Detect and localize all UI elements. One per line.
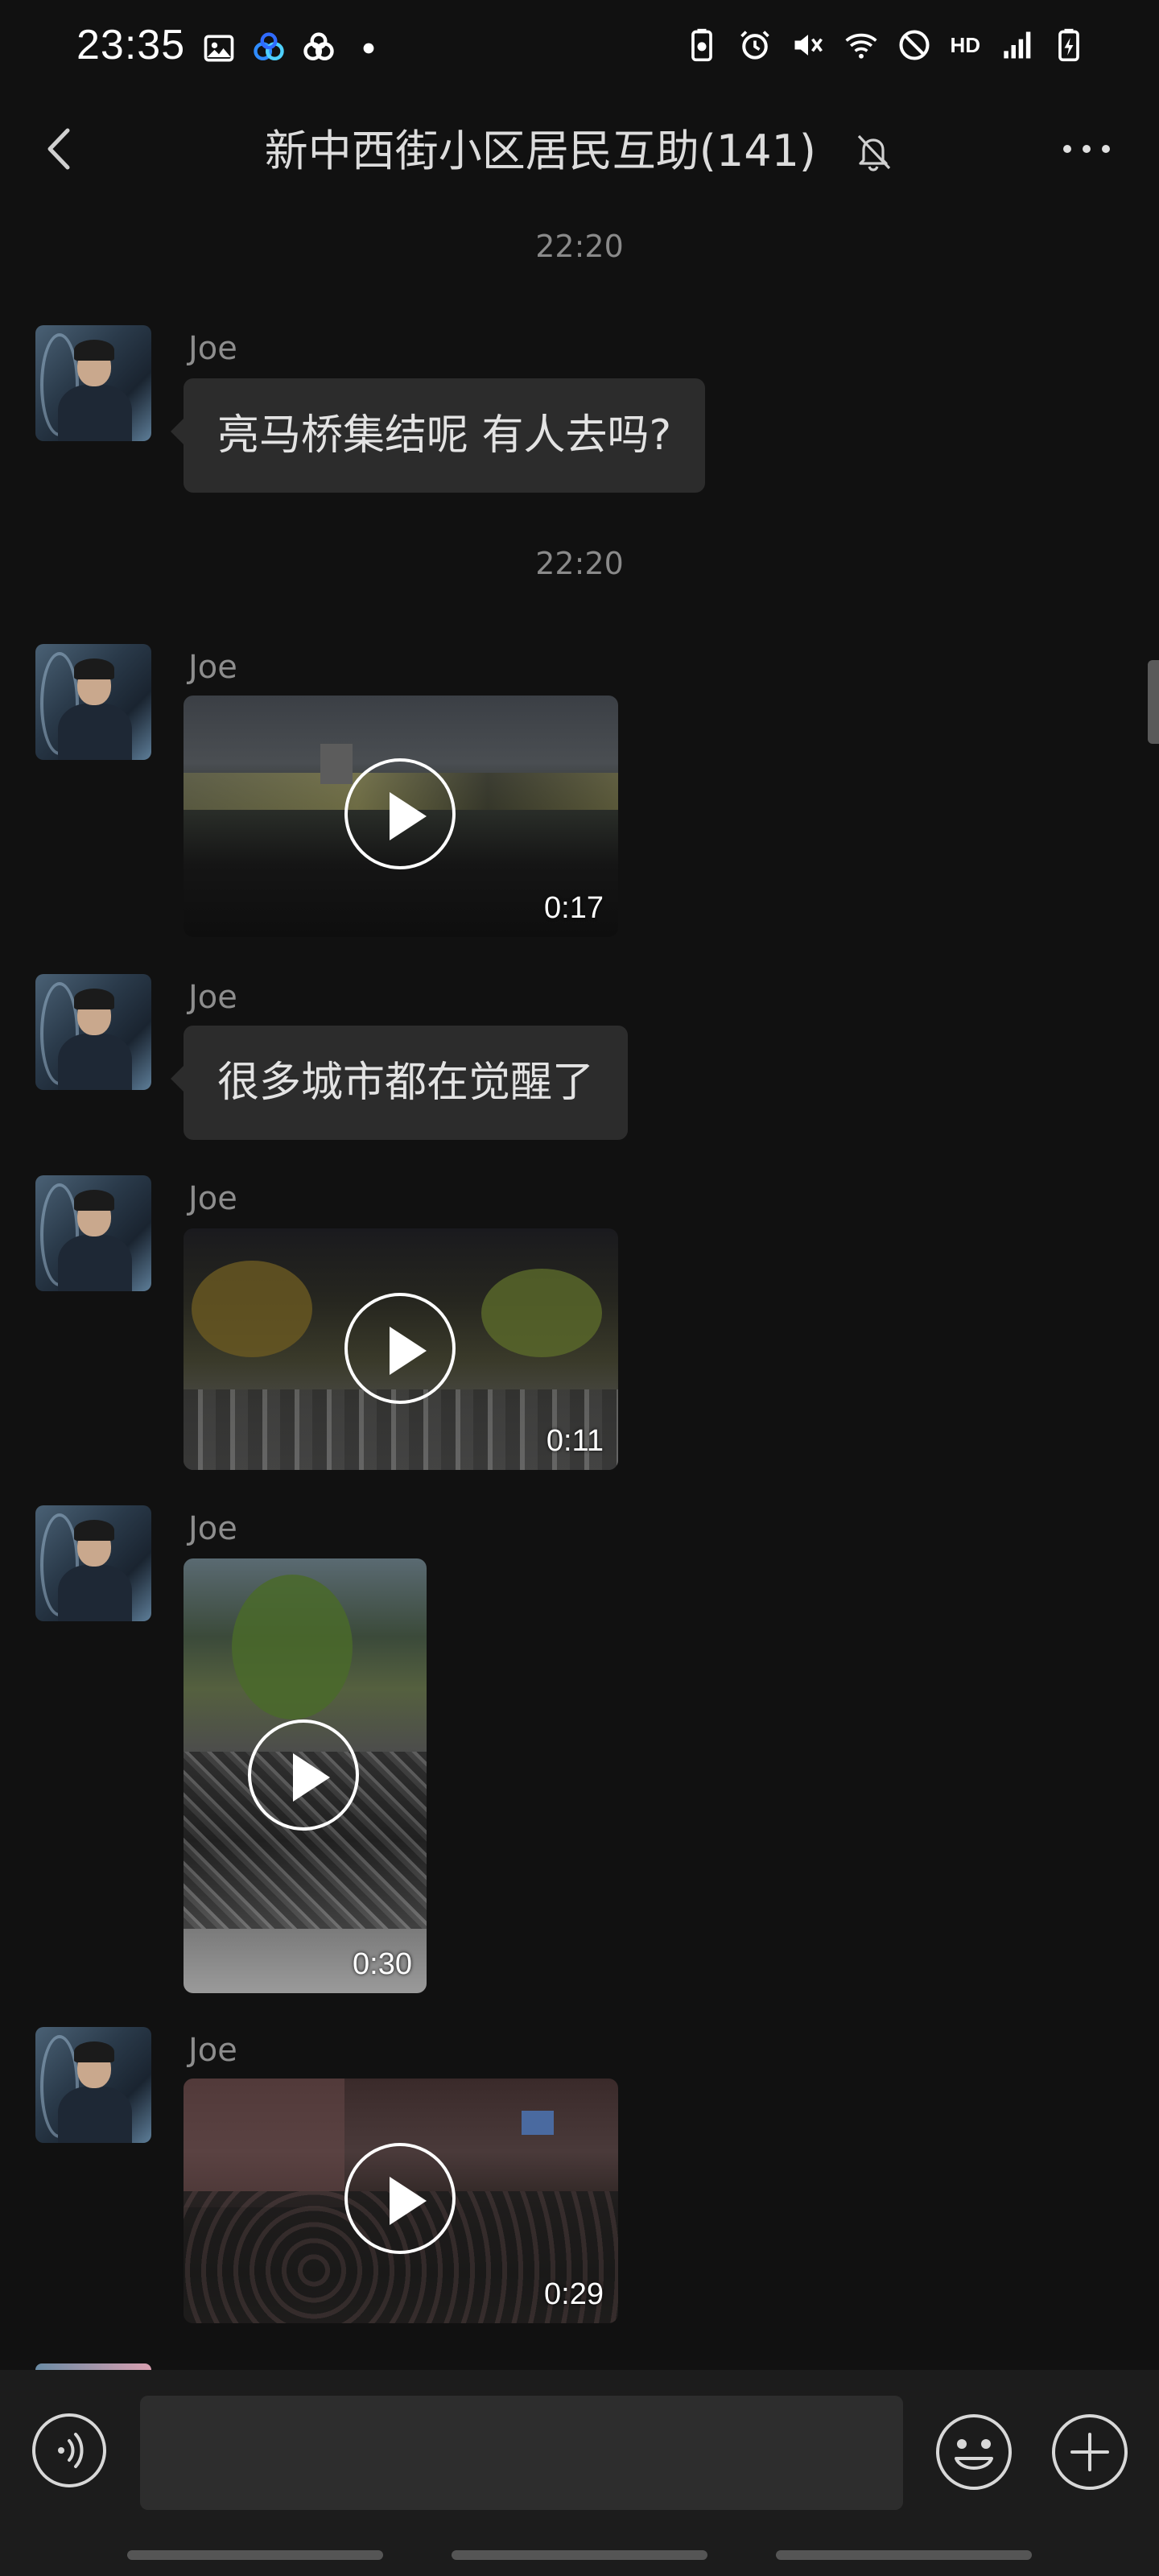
group-name: 新中西街小区居民互助(141) [264, 126, 817, 177]
nav-recents-handle[interactable] [127, 2550, 383, 2560]
sender-name: Joe [188, 2032, 237, 2069]
video-message[interactable]: 0:17 [184, 696, 618, 937]
cloud-app-icon [301, 31, 336, 66]
sender-avatar[interactable] [35, 974, 151, 1090]
message-input[interactable] [140, 2396, 903, 2510]
video-message[interactable]: 0:30 [184, 1558, 427, 1993]
video-duration: 0:30 [353, 1947, 412, 1981]
scrollbar-thumb[interactable] [1148, 660, 1159, 744]
sender-name: Joe [188, 330, 237, 367]
battery-charging-icon [1051, 27, 1087, 63]
sender-avatar[interactable] [35, 325, 151, 441]
emoji-icon [936, 2414, 1012, 2490]
video-message[interactable]: 0:29 [184, 2079, 618, 2323]
message-timestamp: 22:20 [535, 229, 624, 264]
play-icon[interactable] [248, 1719, 359, 1831]
play-icon[interactable] [344, 758, 456, 869]
sender-avatar[interactable] [35, 644, 151, 760]
message-timestamp: 22:20 [535, 546, 624, 581]
status-time: 23:35 [76, 22, 186, 68]
text-message-bubble[interactable]: 很多城市都在觉醒了 [170, 1026, 629, 1140]
signal-4g-icon [998, 27, 1033, 63]
sender-avatar[interactable] [35, 2027, 151, 2143]
baidu-netdisk-icon [251, 31, 287, 66]
wifi-icon [843, 27, 879, 63]
emoji-button[interactable] [934, 2412, 1014, 2492]
sender-name: Joe [188, 1510, 237, 1547]
gesture-nav-bar [0, 2544, 1159, 2576]
chat-message-list[interactable]: 22:20 Joe 亮马桥集结呢 有人去吗? 22:20 Joe 0:17 Jo… [0, 209, 1159, 2367]
sender-name: Joe [188, 1180, 237, 1217]
partial-avatar [35, 2363, 151, 2370]
do-not-disturb-icon [897, 27, 932, 63]
sender-name: Joe [188, 979, 237, 1016]
voice-icon [32, 2413, 106, 2487]
sender-avatar[interactable] [35, 1175, 151, 1291]
sender-name: Joe [188, 649, 237, 686]
text-message-bubble[interactable]: 亮马桥集结呢 有人去吗? [170, 378, 706, 493]
more-dots-icon [1063, 145, 1110, 153]
status-bar: 23:35 HD [0, 0, 1159, 97]
nav-home-handle[interactable] [452, 2550, 707, 2560]
system-status-icons: HD [684, 27, 1087, 63]
video-duration: 0:17 [544, 891, 604, 925]
chat-title: 新中西街小区居民互助(141) [0, 121, 1159, 177]
battery-saver-icon [684, 27, 720, 63]
video-duration: 0:29 [544, 2277, 604, 2311]
plus-icon [1052, 2414, 1128, 2490]
video-duration: 0:11 [546, 1424, 604, 1458]
notification-icons [201, 31, 386, 66]
more-functions-button[interactable] [1050, 2412, 1130, 2492]
more-notifications-dot-icon [351, 31, 386, 66]
gallery-icon [201, 31, 237, 66]
mute-speaker-icon [790, 27, 826, 63]
video-message[interactable]: 0:11 [184, 1228, 618, 1470]
sender-avatar[interactable] [35, 1505, 151, 1621]
play-icon[interactable] [344, 1293, 456, 1404]
alarm-icon [737, 27, 773, 63]
mute-bell-icon [852, 130, 894, 172]
hd-label: HD [950, 32, 980, 57]
play-icon[interactable] [344, 2143, 456, 2254]
nav-back-handle[interactable] [776, 2550, 1032, 2560]
more-options-button[interactable] [1054, 129, 1119, 169]
voice-input-button[interactable] [31, 2412, 108, 2489]
chat-header: 新中西街小区居民互助(141) [0, 105, 1159, 193]
